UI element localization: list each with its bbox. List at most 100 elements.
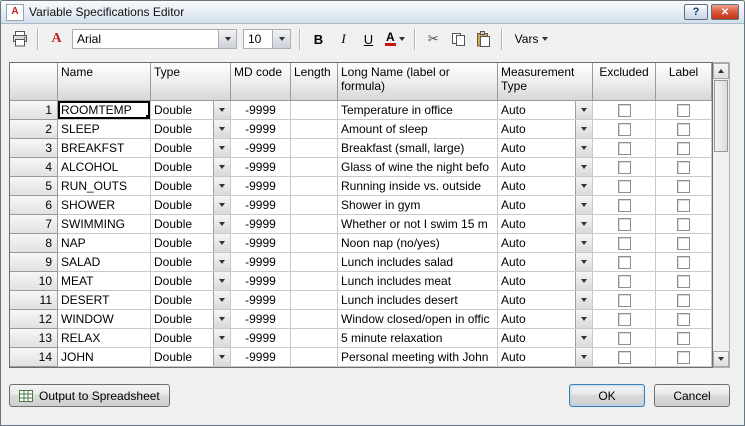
type-dropdown[interactable]: Double [151,120,231,139]
name-cell[interactable]: DESERT [58,291,151,310]
type-dropdown-button[interactable] [213,158,230,176]
column-header-length[interactable]: Length [291,63,338,101]
measurement-type-dropdown[interactable]: Auto [498,291,593,310]
excluded-checkbox[interactable] [618,161,631,174]
md-code-cell[interactable]: -9999 [231,177,291,196]
type-dropdown-button[interactable] [213,234,230,252]
font-size-combobox[interactable]: 10 [243,29,291,49]
measurement-dropdown-button[interactable] [575,139,592,157]
md-code-cell[interactable]: -9999 [231,158,291,177]
row-number[interactable]: 3 [10,139,58,158]
type-dropdown-button[interactable] [213,101,230,119]
label-checkbox[interactable] [677,218,690,231]
type-dropdown-button[interactable] [213,196,230,214]
long-name-cell[interactable]: Glass of wine the night befo [338,158,498,177]
excluded-checkbox[interactable] [618,275,631,288]
long-name-cell[interactable]: Shower in gym [338,196,498,215]
long-name-cell[interactable]: Lunch includes salad [338,253,498,272]
scrollbar-thumb[interactable] [714,80,728,152]
close-button[interactable]: ✕ [711,4,739,20]
label-checkbox[interactable] [677,199,690,212]
long-name-cell[interactable]: Noon nap (no/yes) [338,234,498,253]
excluded-checkbox[interactable] [618,104,631,117]
excluded-checkbox[interactable] [618,313,631,326]
label-checkbox[interactable] [677,142,690,155]
font-size-dropdown-button[interactable] [272,30,290,48]
underline-button[interactable]: U [357,27,380,51]
type-dropdown[interactable]: Double [151,348,231,367]
column-header-excluded[interactable]: Excluded [593,63,656,101]
long-name-cell[interactable]: Temperature in office [338,101,498,120]
measurement-type-dropdown[interactable]: Auto [498,329,593,348]
md-code-cell[interactable]: -9999 [231,215,291,234]
md-code-cell[interactable]: -9999 [231,101,291,120]
label-checkbox[interactable] [677,332,690,345]
measurement-type-dropdown[interactable]: Auto [498,310,593,329]
measurement-type-dropdown[interactable]: Auto [498,234,593,253]
row-number[interactable]: 1 [10,101,58,120]
cancel-button[interactable]: Cancel [654,384,730,407]
md-code-cell[interactable]: -9999 [231,348,291,367]
type-dropdown-button[interactable] [213,310,230,328]
name-cell[interactable]: MEAT [58,272,151,291]
measurement-dropdown-button[interactable] [575,215,592,233]
md-code-cell[interactable]: -9999 [231,329,291,348]
row-number[interactable]: 14 [10,348,58,367]
long-name-cell[interactable]: Personal meeting with John [338,348,498,367]
length-cell[interactable] [291,348,338,367]
length-cell[interactable] [291,196,338,215]
row-number[interactable]: 9 [10,253,58,272]
label-checkbox[interactable] [677,180,690,193]
excluded-checkbox[interactable] [618,256,631,269]
title-bar[interactable]: A Variable Specifications Editor ? ✕ [1,1,744,24]
type-dropdown-button[interactable] [213,253,230,271]
long-name-cell[interactable]: 5 minute relaxation [338,329,498,348]
row-number[interactable]: 7 [10,215,58,234]
long-name-cell[interactable]: Whether or not I swim 15 m [338,215,498,234]
measurement-dropdown-button[interactable] [575,348,592,366]
label-checkbox[interactable] [677,237,690,250]
scroll-up-button[interactable] [713,63,729,79]
length-cell[interactable] [291,253,338,272]
output-to-spreadsheet-button[interactable]: Output to Spreadsheet [9,384,170,407]
length-cell[interactable] [291,234,338,253]
length-cell[interactable] [291,272,338,291]
copy-button[interactable] [447,27,470,51]
cut-button[interactable]: ✂ [422,27,445,51]
type-dropdown-button[interactable] [213,177,230,195]
font-dialog-button[interactable]: A [45,27,68,51]
measurement-type-dropdown[interactable]: Auto [498,272,593,291]
type-dropdown[interactable]: Double [151,158,231,177]
excluded-checkbox[interactable] [618,199,631,212]
row-number[interactable]: 13 [10,329,58,348]
md-code-cell[interactable]: -9999 [231,196,291,215]
long-name-cell[interactable]: Amount of sleep [338,120,498,139]
name-cell[interactable]: ROOMTEMP [58,101,151,120]
print-button[interactable] [8,27,31,51]
md-code-cell[interactable]: -9999 [231,120,291,139]
label-checkbox[interactable] [677,256,690,269]
label-checkbox[interactable] [677,275,690,288]
name-cell[interactable]: RUN_OUTS [58,177,151,196]
measurement-type-dropdown[interactable]: Auto [498,348,593,367]
label-checkbox[interactable] [677,104,690,117]
md-code-cell[interactable]: -9999 [231,310,291,329]
length-cell[interactable] [291,291,338,310]
long-name-cell[interactable]: Window closed/open in offic [338,310,498,329]
md-code-cell[interactable]: -9999 [231,234,291,253]
measurement-dropdown-button[interactable] [575,101,592,119]
column-header-type[interactable]: Type [151,63,231,101]
type-dropdown[interactable]: Double [151,234,231,253]
md-code-cell[interactable]: -9999 [231,291,291,310]
name-cell[interactable]: JOHN [58,348,151,367]
paste-button[interactable] [472,27,495,51]
vertical-scrollbar[interactable] [713,62,730,368]
row-number[interactable]: 10 [10,272,58,291]
column-header-measurement-type[interactable]: Measurement Type [498,63,593,101]
column-header-name[interactable]: Name [58,63,151,101]
long-name-cell[interactable]: Lunch includes desert [338,291,498,310]
length-cell[interactable] [291,329,338,348]
long-name-cell[interactable]: Running inside vs. outside [338,177,498,196]
type-dropdown[interactable]: Double [151,215,231,234]
column-header-long-name[interactable]: Long Name (label or formula) [338,63,498,101]
